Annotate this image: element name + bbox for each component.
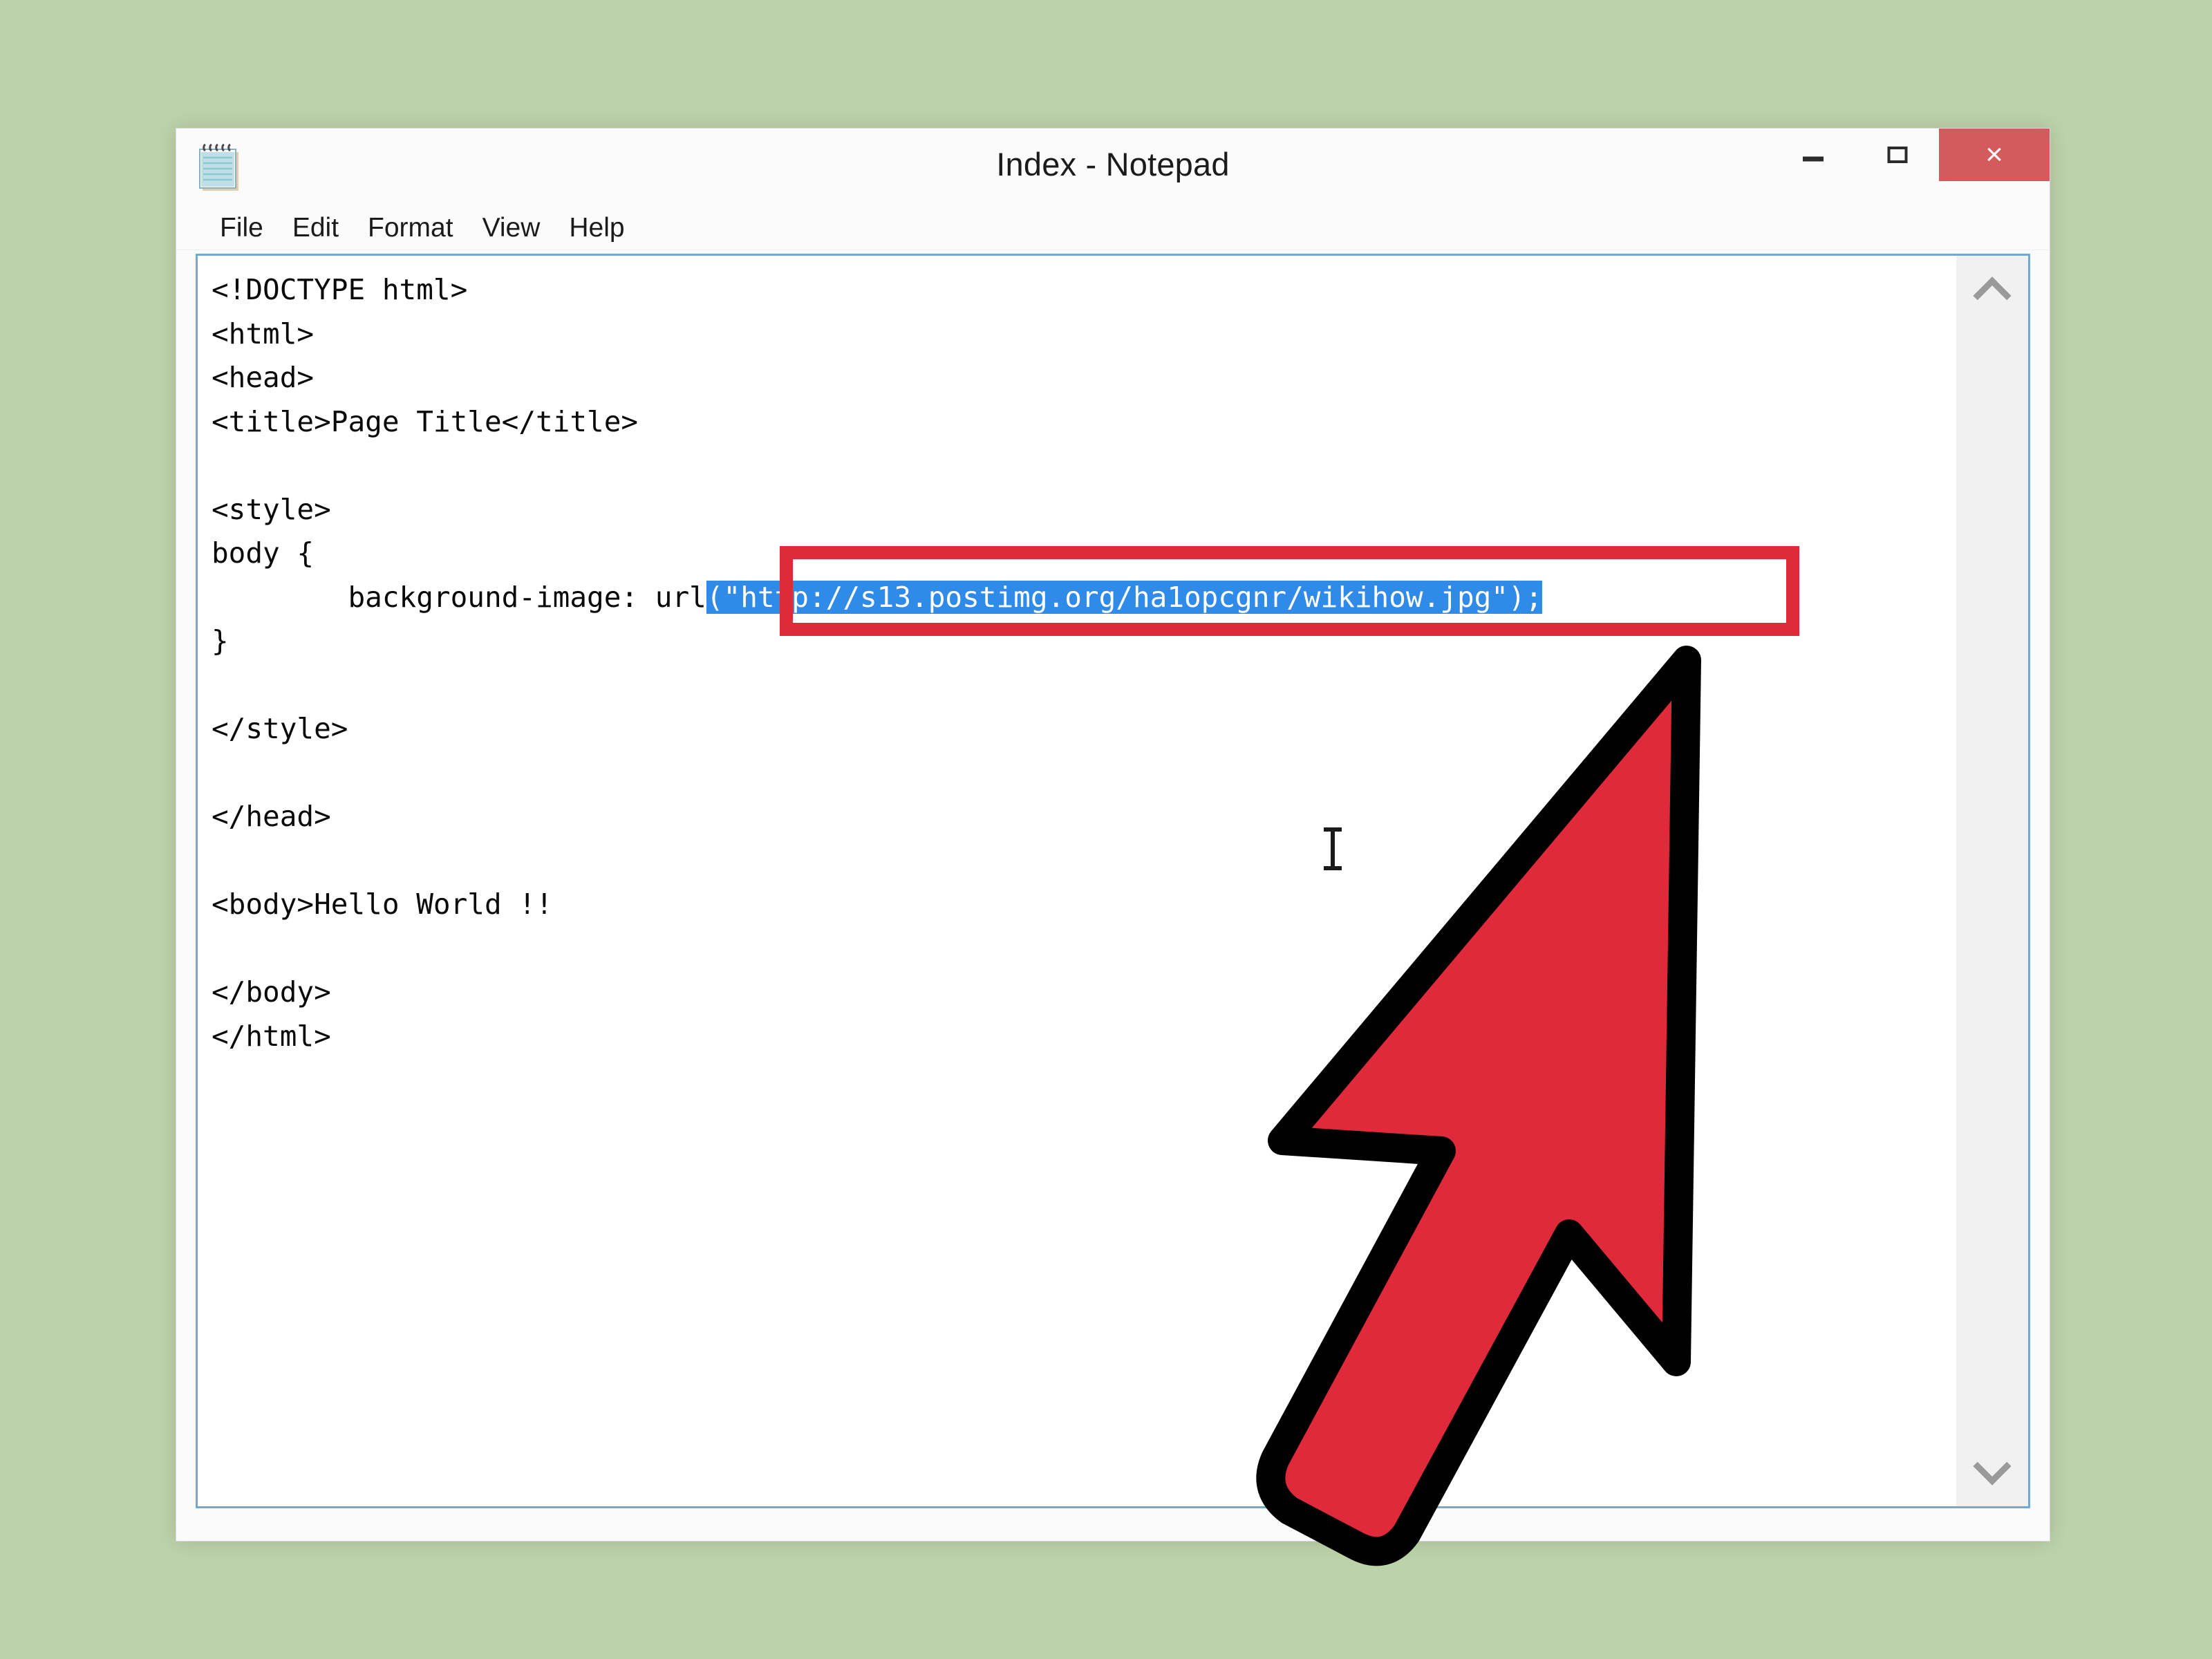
vertical-scrollbar[interactable] [1956,256,2028,1506]
close-icon: × [1985,138,2003,171]
menu-item-format[interactable]: Format [353,213,468,243]
selected-url-text[interactable]: ("http://s13.postimg.org/ha1opcgnr/wikih… [706,580,1543,614]
code-content: <!DOCTYPE html> <html> <head> <title>Pag… [212,268,1956,1058]
menu-item-view[interactable]: View [468,213,555,243]
window-title: Index - Notepad [996,146,1230,182]
menu-bar: File Edit Format View Help [176,207,2050,250]
minimize-icon [1803,156,1824,162]
code-text-area[interactable]: <!DOCTYPE html> <html> <head> <title>Pag… [198,256,1956,1506]
menu-item-edit[interactable]: Edit [278,213,353,243]
chevron-up-icon [1973,276,2012,315]
notepad-window: Index - Notepad × File Edit Format View … [176,128,2050,1541]
text-editor[interactable]: <!DOCTYPE html> <html> <head> <title>Pag… [196,254,2030,1508]
menu-item-help[interactable]: Help [554,213,639,243]
chevron-down-icon [1973,1447,2012,1485]
code-after-selection: } </style> </head> <body>Hello World !! … [212,624,553,1053]
minimize-button[interactable] [1772,129,1855,181]
close-button[interactable]: × [1939,129,2050,181]
menu-item-file[interactable]: File [205,213,278,243]
code-before-selection: <!DOCTYPE html> <html> <head> <title>Pag… [212,273,706,614]
scroll-up-button[interactable] [1956,256,2028,328]
maximize-button[interactable] [1856,129,1939,181]
maximize-icon [1887,147,1908,163]
title-bar[interactable]: Index - Notepad × [176,129,2050,207]
scroll-down-button[interactable] [1956,1434,2028,1506]
